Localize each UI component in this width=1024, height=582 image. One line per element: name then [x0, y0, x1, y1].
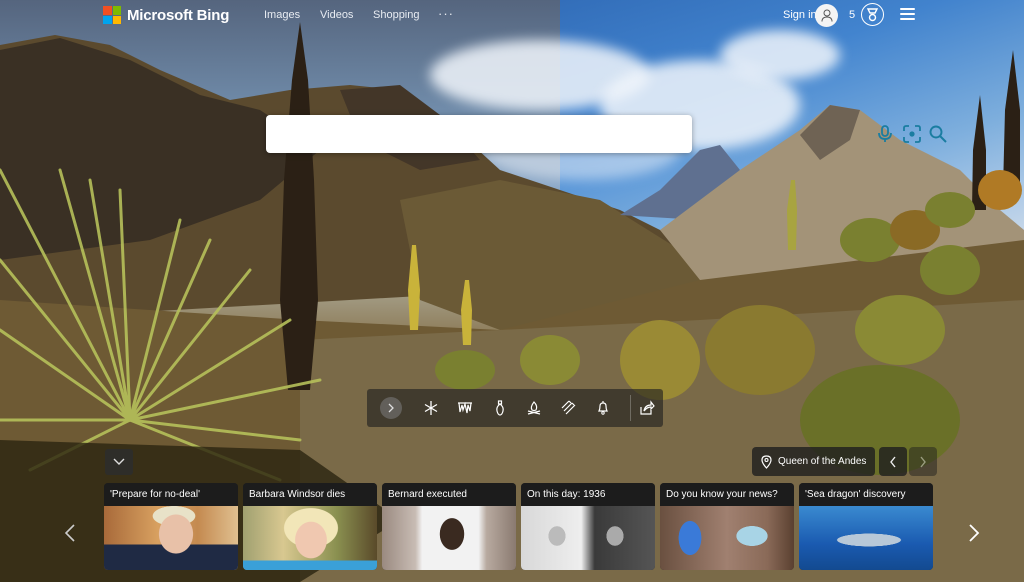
rewards-points: 5 — [849, 9, 856, 21]
news-card-image — [799, 506, 933, 570]
carousel-prev-button[interactable] — [60, 520, 80, 546]
avatar[interactable] — [815, 4, 838, 27]
search-icon[interactable] — [928, 124, 948, 144]
chevron-left-icon — [890, 456, 896, 467]
nav-videos[interactable]: Videos — [320, 9, 353, 21]
toolbar-divider — [630, 395, 631, 421]
chevron-down-icon — [113, 458, 125, 465]
bell-icon[interactable] — [594, 399, 612, 417]
chevron-right-icon — [920, 456, 926, 467]
scarf-icon[interactable] — [560, 399, 578, 417]
microsoft-logo-icon — [103, 6, 121, 24]
collapse-feed-button[interactable] — [105, 449, 133, 475]
icicles-icon[interactable] — [456, 399, 474, 417]
news-card[interactable]: On this day: 1936 — [521, 483, 655, 570]
news-card-image — [382, 506, 516, 570]
news-card-title: Do you know your news? — [660, 483, 794, 506]
next-image-button[interactable] — [909, 447, 937, 476]
nav-shopping[interactable]: Shopping — [373, 9, 433, 21]
chevron-left-icon — [64, 524, 75, 542]
person-icon — [821, 9, 832, 22]
news-card[interactable]: Barbara Windsor dies — [243, 483, 377, 570]
news-card-image — [660, 506, 794, 570]
image-info-button[interactable]: Queen of the Andes — [752, 447, 875, 476]
news-card-image — [243, 506, 377, 570]
sign-in-link[interactable]: Sign in — [783, 9, 817, 21]
search-input[interactable] — [276, 115, 606, 153]
ornament-bulb-icon[interactable] — [491, 399, 509, 417]
visual-search-icon[interactable] — [902, 124, 922, 144]
menu-button[interactable] — [900, 8, 915, 20]
nav-images[interactable]: Images — [264, 9, 300, 21]
carousel-next-button[interactable] — [964, 520, 984, 546]
rewards-button[interactable] — [861, 3, 884, 26]
news-card-title: Barbara Windsor dies — [243, 483, 377, 506]
news-card-title: 'Sea dragon' discovery — [799, 483, 933, 506]
wallpaper-toolbar — [367, 389, 663, 427]
share-icon[interactable] — [638, 399, 656, 417]
campfire-icon[interactable] — [525, 399, 543, 417]
location-pin-icon — [761, 454, 772, 469]
previous-image-button[interactable] — [879, 447, 907, 476]
top-header: Microsoft Bing Images Videos Shopping ··… — [0, 0, 1024, 32]
news-card-image — [521, 506, 655, 570]
news-card[interactable]: Bernard executed — [382, 483, 516, 570]
news-card[interactable]: 'Sea dragon' discovery — [799, 483, 933, 570]
brand-name: Microsoft Bing — [127, 6, 230, 24]
toolbar-expand-button[interactable] — [380, 397, 402, 419]
news-card-title: Bernard executed — [382, 483, 516, 506]
nav-more[interactable]: ··· — [438, 6, 454, 21]
chevron-right-icon — [388, 403, 394, 413]
chevron-right-icon — [969, 524, 980, 542]
news-card[interactable]: Do you know your news? — [660, 483, 794, 570]
image-title: Queen of the Andes — [778, 456, 867, 467]
news-card-title: 'Prepare for no-deal' — [104, 483, 238, 506]
search-box — [266, 115, 947, 153]
snowflake-icon[interactable] — [422, 399, 440, 417]
microphone-icon[interactable] — [875, 124, 895, 144]
rewards-medal-icon — [866, 7, 879, 21]
news-card[interactable]: 'Prepare for no-deal' — [104, 483, 238, 570]
news-card-title: On this day: 1936 — [521, 483, 655, 506]
news-card-image — [104, 506, 238, 570]
bing-logo[interactable]: Microsoft Bing — [103, 6, 229, 24]
